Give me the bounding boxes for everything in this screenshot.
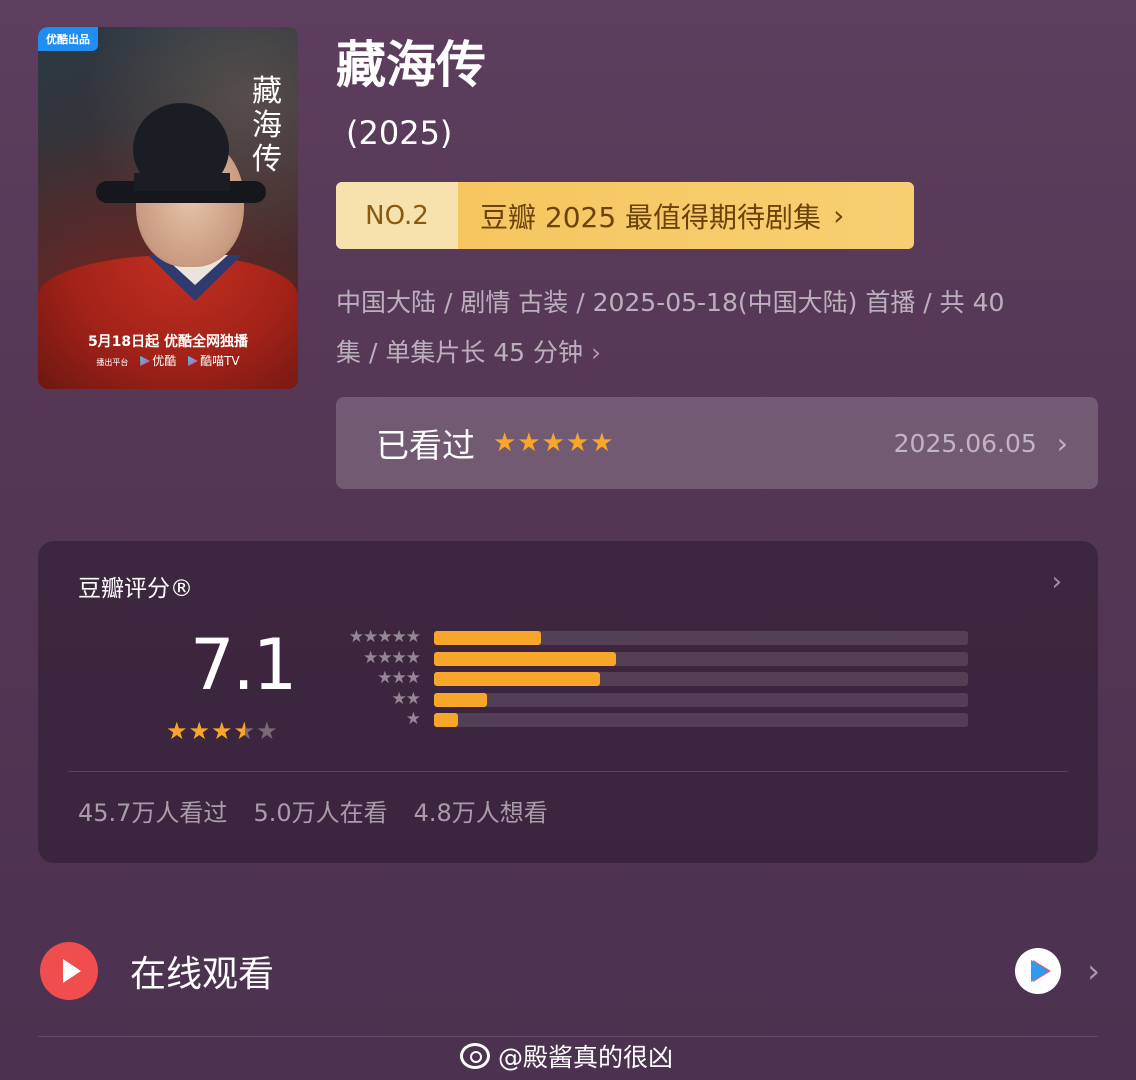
meta-line-2-wrap: 集 / 单集片长 45 分钟 › (336, 328, 1086, 378)
star-full-icon: ★ (166, 717, 189, 745)
rating-stars: ★★★★★ (166, 717, 279, 745)
rating-score: 7.1 (190, 624, 297, 706)
watch-online-label: 在线观看 (130, 954, 275, 995)
chevron-right-icon: › (833, 199, 845, 232)
poster-badge: 优酷出品 (38, 27, 98, 51)
chevron-right-icon[interactable]: › (1052, 567, 1062, 597)
youku-icon (1015, 948, 1062, 994)
distribution-bar (434, 631, 541, 645)
my-rating-stars: ★★★★★ (493, 428, 615, 458)
watermark: @殿酱真的很凶 (460, 1038, 673, 1074)
rank-number: NO.2 (336, 182, 458, 249)
rating-distribution: ★★★★★ ★★★★ ★★★ ★★ ★ (328, 627, 1008, 730)
poster-platforms: 播出平台 优酷 酷喵TV (38, 352, 298, 369)
youku-logo-icon (140, 356, 151, 366)
count-wish[interactable]: 4.8万人想看 (414, 793, 548, 828)
distribution-row: ★★★★ (328, 648, 1008, 669)
distribution-star-label: ★ (405, 709, 421, 730)
chevron-right-icon: › (1056, 426, 1068, 460)
rating-heading: 豆瓣评分® (78, 576, 193, 602)
watermark-text: @殿酱真的很凶 (498, 1043, 674, 1072)
distribution-bar (434, 692, 488, 707)
bottom-divider (38, 1036, 1098, 1037)
distribution-row: ★★★ (328, 668, 1008, 689)
meta-line-2: 集 / 单集片长 45 分钟 (336, 338, 584, 367)
poster-release: 5月18日起 优酷全网独播 (87, 334, 249, 350)
distribution-row: ★★ (328, 689, 1008, 710)
distribution-track (434, 692, 968, 707)
kumiao-logo-icon (188, 356, 199, 366)
distribution-track (434, 651, 968, 666)
poster-image[interactable]: 优酷出品 藏海传 5月18日起 优酷全网独播 播出平台 优酷 酷喵TV (38, 27, 298, 389)
rank-text: 豆瓣 2025 最值得期待剧集 (480, 200, 822, 234)
distribution-star-label: ★★★★ (363, 647, 421, 668)
my-status-label: 已看过 (376, 426, 475, 465)
distribution-star-label: ★★★ (377, 668, 421, 689)
distribution-star-label: ★★★★★ (348, 627, 421, 647)
my-status-bar[interactable]: 已看过 ★★★★★ 2025.06.05 › (336, 397, 1098, 489)
page-title: 藏海传 (336, 36, 486, 94)
rank-text-wrap: 豆瓣 2025 最值得期待剧集 › (458, 182, 914, 249)
distribution-bar (434, 672, 600, 687)
poster-platform-prefix: 播出平台 (96, 358, 129, 367)
star-full-icon: ★ (211, 717, 234, 745)
count-watching[interactable]: 5.0万人在看 (253, 793, 387, 828)
poster-platform-1: 优酷 (152, 354, 177, 368)
meta-line-1: 中国大陆 / 剧情 古装 / 2025-05-18(中国大陆) 首播 / 共 4… (336, 288, 1005, 317)
distribution-track (434, 631, 968, 645)
star-empty-icon: ★ (256, 717, 279, 745)
distribution-bar (434, 713, 459, 728)
meta-info[interactable]: 中国大陆 / 剧情 古装 / 2025-05-18(中国大陆) 首播 / 共 4… (336, 278, 1086, 378)
poster-platform-2: 酷喵TV (200, 354, 240, 368)
count-watched[interactable]: 45.7万人看过 (78, 793, 227, 828)
chevron-right-icon: › (1087, 952, 1100, 990)
distribution-track (434, 672, 968, 687)
star-half-icon: ★ (233, 717, 257, 745)
star-full-icon: ★ (188, 717, 212, 745)
audience-counts: 45.7万人看过 5.0万人在看 4.8万人想看 (78, 793, 548, 828)
distribution-bar (434, 651, 616, 666)
rating-card[interactable]: 豆瓣评分® › 7.1 ★★★★★ ★★★★★ ★★★★ ★★★ ★★ ★ 45.7万人… (38, 541, 1098, 863)
rank-banner[interactable]: NO.2 豆瓣 2025 最值得期待剧集 › (336, 182, 914, 249)
distribution-row: ★ (328, 709, 1008, 730)
chevron-right-icon: › (591, 338, 602, 367)
my-status-date: 2025.06.05 (893, 428, 1037, 458)
rating-divider (68, 771, 1068, 772)
distribution-track (434, 713, 968, 728)
distribution-row: ★★★★★ (328, 627, 1008, 648)
poster-vertical-title: 藏海传 (252, 74, 284, 177)
distribution-star-label: ★★ (391, 688, 422, 709)
poster-hat (96, 103, 266, 203)
weibo-icon (460, 1043, 490, 1069)
watch-online-row[interactable]: 在线观看 › (40, 938, 1100, 1004)
play-icon (40, 942, 98, 1000)
release-year: (2025) (346, 114, 453, 152)
